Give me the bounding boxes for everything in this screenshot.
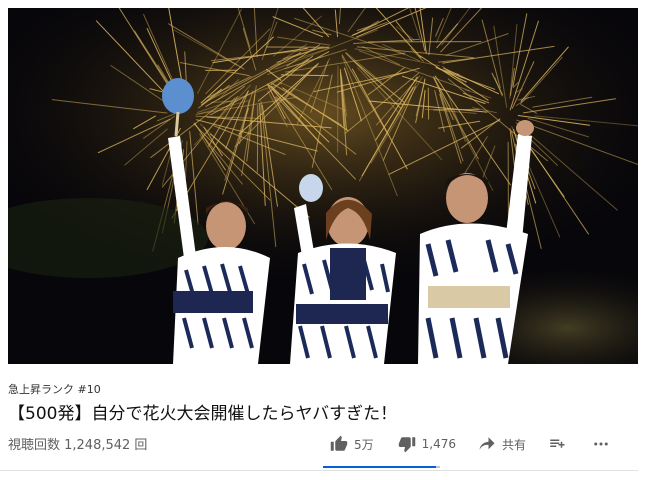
- save-to-playlist-button[interactable]: [548, 435, 566, 453]
- like-ratio-fill: [323, 466, 437, 468]
- dislike-button[interactable]: 1,476: [398, 435, 456, 453]
- share-label: 共有: [502, 437, 527, 452]
- add-to-playlist-icon: [548, 435, 566, 453]
- thumbs-up-icon: [330, 435, 348, 453]
- more-dots-icon: [592, 435, 610, 453]
- like-count: 5万: [354, 437, 374, 452]
- video-player[interactable]: [8, 8, 638, 364]
- video-actions-bar: 5万 1,476 共有: [330, 432, 610, 456]
- trending-rank-label[interactable]: 急上昇ランク #10: [8, 381, 101, 397]
- video-frame-fireworks: [8, 8, 638, 364]
- thumbs-down-icon: [398, 435, 416, 453]
- like-button[interactable]: 5万: [330, 435, 374, 453]
- divider: [0, 470, 638, 471]
- view-count: 視聴回数 1,248,542 回: [8, 438, 148, 453]
- share-button[interactable]: 共有: [478, 435, 526, 453]
- more-actions-button[interactable]: [592, 435, 610, 453]
- dislike-count: 1,476: [421, 437, 456, 451]
- share-arrow-icon: [478, 435, 496, 453]
- like-dislike-ratio-bar: [323, 466, 440, 468]
- video-title: 【500発】自分で花火大会開催したらヤバすぎた！: [8, 404, 398, 424]
